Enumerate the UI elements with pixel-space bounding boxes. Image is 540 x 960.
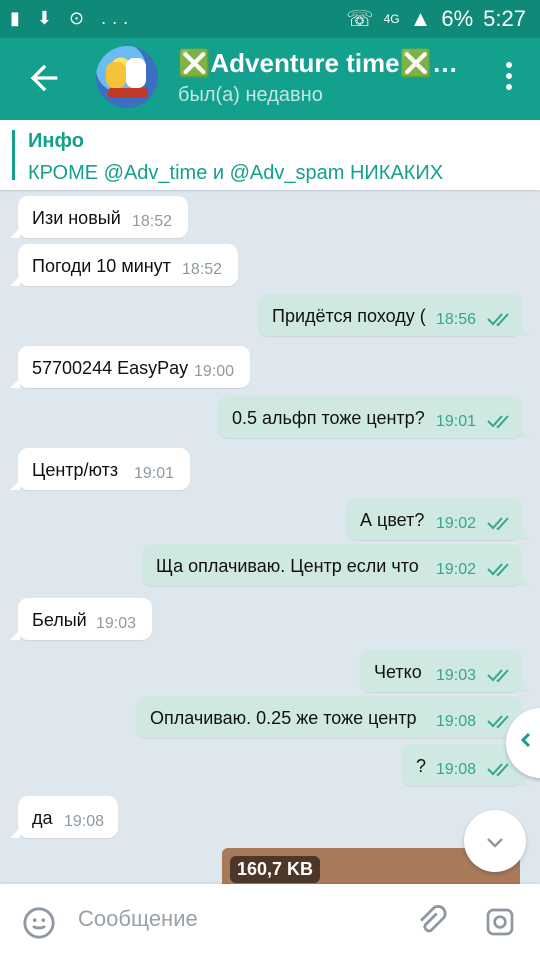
message-text: Центр/ютз: [32, 460, 119, 480]
camera-icon[interactable]: [482, 906, 518, 938]
message-time: 19:08: [436, 713, 477, 730]
message-bubble[interactable]: Оплачиваю. 0.25 же тоже центр 19:08: [136, 696, 530, 738]
message-time: 19:01: [134, 465, 175, 482]
emoji-icon[interactable]: [22, 906, 56, 940]
message-text: да: [32, 808, 53, 828]
message-text: 57700244 EasyPay: [32, 358, 189, 378]
message-time: 19:03: [96, 615, 137, 632]
chevron-down-icon: [487, 838, 503, 848]
file-size: 160,7 KB: [230, 856, 321, 883]
message-text: Придётся походу (: [272, 306, 426, 326]
message-bubble[interactable]: Центр/ютз 19:01: [10, 448, 190, 490]
message-time: 19:08: [64, 813, 105, 830]
message-bubble[interactable]: да 19:08: [10, 796, 118, 838]
chat-status: был(а) недавно: [178, 84, 323, 106]
pinned-text: КРОМЕ @Adv_time и @Adv_spam НИКАКИХ: [28, 162, 444, 184]
chevron-left-icon: [520, 732, 531, 748]
message-bubble[interactable]: Погоди 10 минут 18:52: [10, 244, 238, 286]
message-text: Погоди 10 минут: [32, 256, 171, 276]
back-arrow-icon[interactable]: [24, 58, 64, 98]
phone-icon: ☏: [346, 6, 374, 31]
message-time: 19:02: [436, 515, 477, 532]
message-time: 19:01: [436, 413, 477, 430]
message-bubble[interactable]: ? 19:08: [402, 744, 530, 786]
avatar-logo: [108, 88, 148, 98]
battery-percent: 6%: [441, 6, 474, 31]
double-check-icon: [487, 669, 509, 683]
message-bubble[interactable]: 0.5 альфп тоже центр? 19:01: [218, 396, 530, 438]
message-composer: Сообщение: [0, 884, 540, 960]
message-time: 18:56: [436, 311, 477, 328]
status-icons-left: ▮ ⬇ ⊙ ...: [10, 8, 135, 28]
avatar-character-finn: [126, 58, 146, 88]
message-time: 19:02: [436, 561, 477, 578]
more-options-icon[interactable]: [504, 58, 514, 94]
chat-title[interactable]: ❎Adventure time❎…: [178, 48, 458, 79]
message-text: Четко: [374, 662, 422, 682]
message-bubble[interactable]: А цвет? 19:02: [346, 498, 530, 540]
double-check-icon: [487, 517, 509, 531]
message-bubble[interactable]: Изи новый 18:52: [10, 196, 188, 238]
message-text: 0.5 альфп тоже центр?: [232, 408, 425, 428]
message-time: 18:52: [182, 261, 223, 278]
message-bubble[interactable]: Придётся походу ( 18:56: [258, 294, 530, 336]
message-bubble[interactable]: Четко 19:03: [360, 650, 530, 692]
chat-avatar[interactable]: [96, 46, 158, 108]
message-text: А цвет?: [360, 510, 425, 530]
message-bubble[interactable]: Белый 19:03: [10, 598, 152, 640]
message-text: Белый: [32, 610, 87, 630]
signal-icon: ▲: [409, 6, 432, 31]
message-text: Ща оплачиваю. Центр если что: [156, 556, 419, 576]
double-check-icon: [487, 313, 509, 327]
message-bubble[interactable]: Ща оплачиваю. Центр если что 19:02: [142, 544, 530, 586]
message-text: Изи новый: [32, 208, 121, 228]
status-icons-right: ☏ 4G ▲ 6% 5:27: [346, 6, 526, 32]
message-text: ?: [416, 756, 427, 776]
scroll-down-button[interactable]: [464, 810, 526, 872]
network-label: 4G: [383, 12, 400, 26]
message-list[interactable]: Изи новый 18:52 Погоди 10 минут 18:52 Пр…: [0, 190, 540, 884]
message-time: 19:08: [436, 761, 477, 778]
message-time: 19:00: [194, 363, 235, 380]
clock: 5:27: [483, 6, 526, 31]
message-time: 18:52: [132, 213, 173, 230]
pinned-accent-bar: [12, 130, 15, 180]
status-bar: ▮ ⬇ ⊙ ... ☏ 4G ▲ 6% 5:27: [0, 0, 540, 38]
double-check-icon: [487, 415, 509, 429]
message-time: 19:03: [436, 667, 477, 684]
pinned-title: Инфо: [28, 130, 84, 152]
chat-header: ❎Adventure time❎… был(а) недавно: [0, 38, 540, 120]
message-text: Оплачиваю. 0.25 же тоже центр: [150, 708, 417, 728]
message-input[interactable]: Сообщение: [78, 906, 198, 932]
pinned-message[interactable]: Инфо КРОМЕ @Adv_time и @Adv_spam НИКАКИХ: [0, 120, 540, 190]
avatar-character-jake: [106, 62, 126, 88]
message-bubble[interactable]: 57700244 EasyPay 19:00: [10, 346, 250, 388]
double-check-icon: [487, 763, 509, 777]
double-check-icon: [487, 715, 509, 729]
paperclip-icon[interactable]: [414, 904, 448, 940]
double-check-icon: [487, 563, 509, 577]
